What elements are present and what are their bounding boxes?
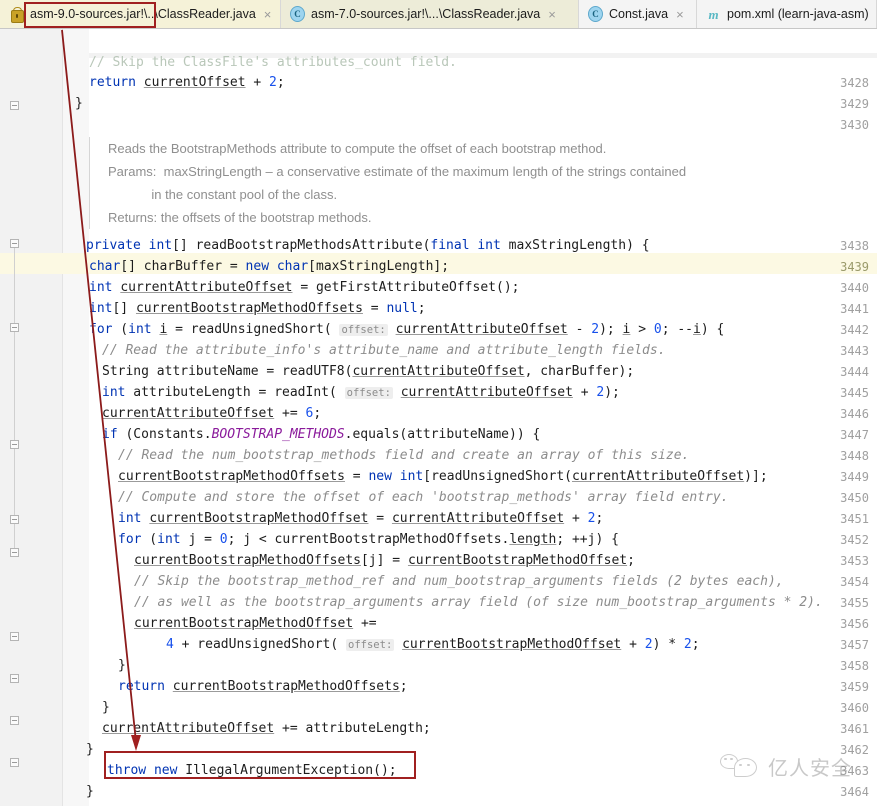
code-line: currentAttributeOffset += 6; <box>102 406 322 421</box>
code-line: } <box>86 784 94 799</box>
fold-marker[interactable] <box>10 632 19 641</box>
tab-asm-9-classreader[interactable]: asm-9.0-sources.jar!\..\ClassReader.java… <box>0 0 281 28</box>
close-icon[interactable]: × <box>548 8 556 21</box>
fold-marker[interactable] <box>10 674 19 683</box>
jar-lock-icon <box>9 7 24 23</box>
tab-asm-7-classreader[interactable]: C asm-7.0-sources.jar!\...\ClassReader.j… <box>281 0 579 28</box>
code-fold-strip[interactable] <box>63 29 89 806</box>
code-line: int currentAttributeOffset = getFirstAtt… <box>89 280 520 295</box>
code-line: int currentBootstrapMethodOffset = curre… <box>118 511 604 526</box>
fold-guide-line <box>14 248 15 323</box>
fold-marker[interactable] <box>10 323 19 332</box>
javadoc-params-2: in the constant pool of the class. <box>108 187 338 202</box>
code-line-throw: throw new IllegalArgumentException(); <box>107 763 397 778</box>
code-line-comment: // as well as the bootstrap_arguments ar… <box>134 595 823 610</box>
tab-label: Const.java <box>609 7 669 21</box>
code-line: int[] currentBootstrapMethodOffsets = nu… <box>89 301 426 316</box>
tab-label: asm-9.0-sources.jar!\..\ClassReader.java <box>30 7 256 21</box>
code-line: if (Constants.BOOTSTRAP_METHODS.equals(a… <box>102 427 541 442</box>
fold-marker[interactable] <box>10 758 19 767</box>
fold-marker[interactable] <box>10 239 19 248</box>
fold-guide-line <box>14 449 15 515</box>
code-line-comment: // Read the attribute_info's attribute_n… <box>102 343 666 358</box>
code-line: String attributeName = readUTF8(currentA… <box>102 364 635 379</box>
code-line: for (int i = readUnsignedShort( offset: … <box>89 322 725 337</box>
javadoc-params: Params: maxStringLength – a conservative… <box>108 164 687 179</box>
code-line: currentBootstrapMethodOffsets[j] = curre… <box>134 553 635 568</box>
code-line: currentBootstrapMethodOffsets = new int[… <box>118 469 768 484</box>
java-class-icon: C <box>290 6 305 22</box>
close-icon[interactable]: × <box>264 8 272 21</box>
code-line: return currentOffset + 2; <box>89 75 285 90</box>
code-line: } <box>102 700 110 715</box>
tab-label: asm-7.0-sources.jar!\...\ClassReader.jav… <box>311 7 541 21</box>
close-icon[interactable]: × <box>676 8 684 21</box>
watermark-text: 亿人安全 <box>768 756 852 780</box>
wechat-logo-icon <box>718 753 762 781</box>
code-line: currentAttributeOffset += attributeLengt… <box>102 721 431 736</box>
code-line: int attributeLength = readInt( offset: c… <box>102 385 620 400</box>
code-line: } <box>86 742 94 757</box>
code-line: private int[] readBootstrapMethodsAttrib… <box>86 238 650 253</box>
tab-pom-xml[interactable]: m pom.xml (learn-java-asm) × <box>697 0 877 28</box>
java-class-icon: C <box>588 6 603 22</box>
fold-marker[interactable] <box>10 440 19 449</box>
editor-tab-bar: asm-9.0-sources.jar!\..\ClassReader.java… <box>0 0 877 29</box>
line-number-gutter <box>0 29 63 806</box>
code-line: currentBootstrapMethodOffset += <box>134 616 377 631</box>
code-line: for (int j = 0; j < currentBootstrapMeth… <box>118 532 619 547</box>
tab-label: pom.xml (learn-java-asm) <box>727 7 869 21</box>
fold-guide-line <box>14 524 15 548</box>
fold-marker[interactable] <box>10 515 19 524</box>
code-line: } <box>118 658 126 673</box>
watermark: 亿人安全 <box>718 752 852 781</box>
code-line-comment: // Skip the bootstrap_method_ref and num… <box>134 574 784 589</box>
javadoc-popup: Reads the BootstrapMethods attribute to … <box>89 137 789 229</box>
code-line: return currentBootstrapMethodOffsets; <box>118 679 408 694</box>
code-line: } <box>75 96 83 111</box>
code-line-comment: // Read the num_bootstrap_methods field … <box>118 448 690 463</box>
fold-marker[interactable] <box>10 716 19 725</box>
tab-const-java[interactable]: C Const.java × <box>579 0 697 28</box>
javadoc-summary: Reads the BootstrapMethods attribute to … <box>108 141 607 156</box>
maven-icon: m <box>708 6 719 22</box>
fold-guide-line <box>14 332 15 440</box>
code-line: 4 + readUnsignedShort( offset: currentBo… <box>166 637 700 652</box>
javadoc-returns: Returns: the offsets of the bootstrap me… <box>108 210 372 225</box>
code-editor[interactable]: // Skip the ClassFile's attributes_count… <box>0 29 877 806</box>
code-line-comment: // Compute and store the offset of each … <box>118 490 729 505</box>
fold-marker[interactable] <box>10 548 19 557</box>
fold-marker[interactable] <box>10 101 19 110</box>
code-line: char[] charBuffer = new char[maxStringLe… <box>89 259 450 274</box>
